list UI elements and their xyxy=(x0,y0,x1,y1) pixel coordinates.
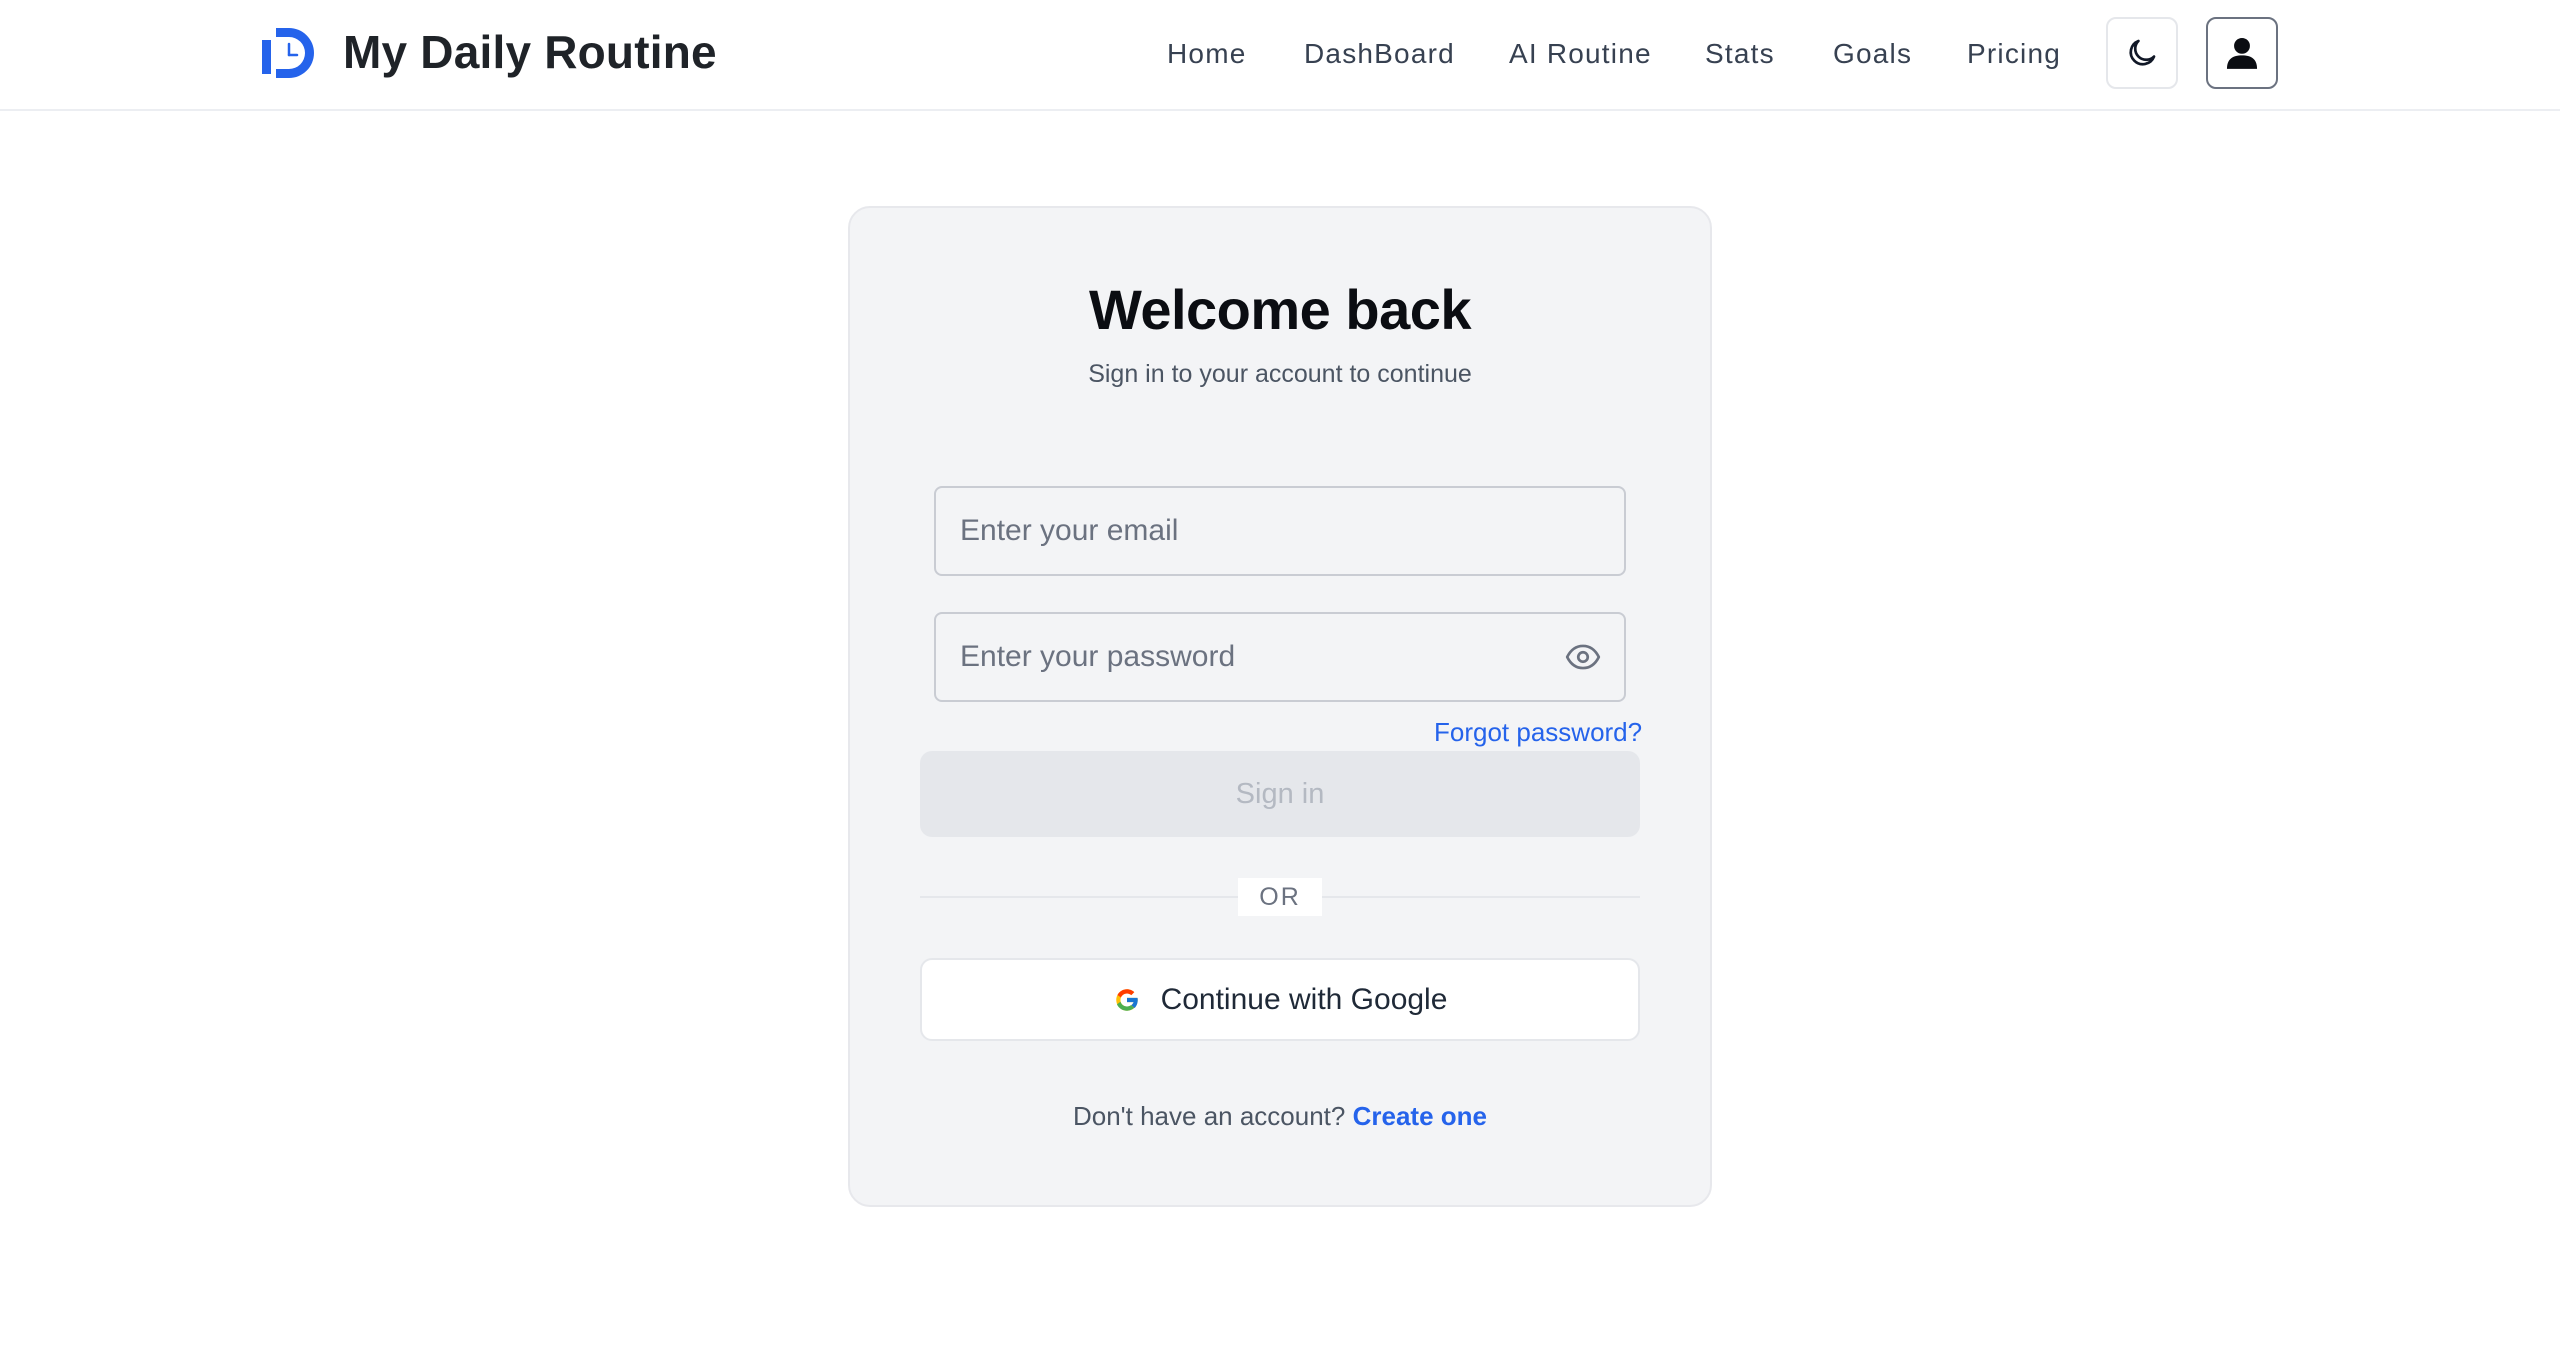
user-icon xyxy=(2226,37,2258,69)
signup-prompt: Don't have an account? Create one xyxy=(0,1096,2560,1136)
google-signin-button[interactable]: Continue with Google xyxy=(920,958,1640,1041)
nav-ai-routine[interactable]: AI Routine xyxy=(1509,32,1652,76)
email-field[interactable] xyxy=(934,486,1626,576)
create-account-link[interactable]: Create one xyxy=(1353,1101,1487,1131)
google-signin-label: Continue with Google xyxy=(1160,982,1448,1016)
nav-pricing[interactable]: Pricing xyxy=(1967,32,2061,76)
nav-stats[interactable]: Stats xyxy=(1705,32,1775,76)
google-icon xyxy=(1115,988,1138,1011)
nav-dashboard[interactable]: DashBoard xyxy=(1304,32,1455,76)
clock-d-logo-icon[interactable] xyxy=(262,26,316,80)
profile-button[interactable] xyxy=(2206,17,2278,89)
no-account-text: Don't have an account? xyxy=(1072,1101,1346,1131)
page-subtitle: Sign in to your account to continue xyxy=(1088,360,1472,388)
forgot-password-link[interactable]: Forgot password? xyxy=(1434,712,1642,752)
nav-home[interactable]: Home xyxy=(1167,32,1247,76)
brand-name[interactable]: My Daily Routine xyxy=(343,22,717,82)
moon-icon xyxy=(2129,39,2156,66)
or-separator: OR xyxy=(1238,878,1322,916)
password-field[interactable] xyxy=(934,612,1626,702)
page-title: Welcome back xyxy=(1088,278,1472,341)
sign-in-button[interactable]: Sign in xyxy=(920,751,1640,837)
nav-goals[interactable]: Goals xyxy=(1833,32,1912,76)
eye-icon[interactable] xyxy=(1564,638,1602,676)
top-navbar: My Daily Routine Home DashBoard AI Routi… xyxy=(0,0,2560,111)
theme-toggle-button[interactable] xyxy=(2106,17,2178,89)
